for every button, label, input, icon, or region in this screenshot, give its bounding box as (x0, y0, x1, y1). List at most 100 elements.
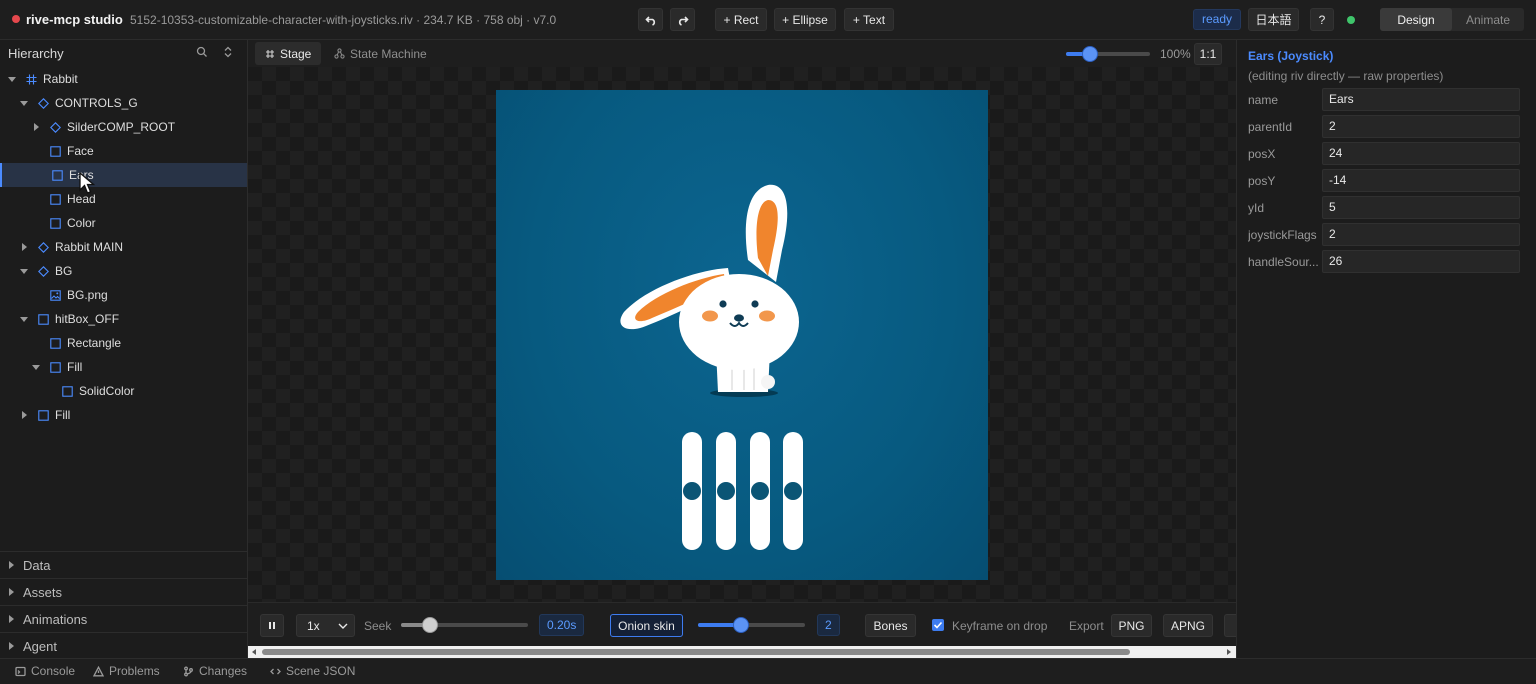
property-input[interactable]: Ears (1322, 88, 1520, 111)
zoom-slider-knob[interactable] (1082, 46, 1098, 62)
zoom-slider[interactable] (1066, 46, 1150, 62)
property-input[interactable]: 24 (1322, 142, 1520, 165)
tree-item[interactable]: Color (0, 211, 247, 235)
artboard[interactable] (496, 90, 988, 580)
property-label: posX (1248, 147, 1276, 161)
keyframe-checkbox[interactable] (932, 619, 944, 631)
seek-slider[interactable] (401, 617, 528, 633)
property-input[interactable]: 5 (1322, 196, 1520, 219)
pause-button[interactable] (260, 614, 284, 637)
section-assets[interactable]: Assets (0, 578, 247, 605)
mode-design-tab[interactable]: Design (1380, 8, 1452, 31)
export-more-button[interactable] (1224, 614, 1236, 637)
tree-item[interactable]: BG (0, 259, 247, 283)
property-input[interactable]: 2 (1322, 223, 1520, 246)
problems-tab[interactable]: Problems (93, 664, 160, 678)
slider-handle[interactable] (717, 482, 735, 500)
shape-icon (50, 362, 61, 373)
tab-state-machine[interactable]: State Machine (328, 42, 432, 65)
scroll-right-icon[interactable] (1225, 648, 1233, 656)
tree-item[interactable]: Rectangle (0, 331, 247, 355)
tree-item[interactable]: SilderCOMP_ROOT (0, 115, 247, 139)
zoom-fit-button[interactable]: 1:1 (1194, 43, 1222, 65)
stage-canvas[interactable] (79, 67, 1236, 602)
slider-handle[interactable] (784, 482, 802, 500)
caret-right-icon[interactable] (22, 411, 27, 419)
tree-item[interactable]: CONTROLS_G (0, 91, 247, 115)
onion-count: 2 (817, 614, 840, 636)
section-agent[interactable]: Agent (0, 632, 247, 659)
app-title: rive-mcp studio (26, 12, 123, 27)
help-button[interactable]: ? (1310, 8, 1334, 31)
caret-down-icon[interactable] (8, 77, 16, 82)
hash-icon (266, 49, 274, 58)
tree-item[interactable]: hitBox_OFF (0, 307, 247, 331)
tree-item[interactable]: Head (0, 187, 247, 211)
horizontal-scrollbar[interactable] (248, 646, 1236, 658)
property-input[interactable]: -14 (1322, 169, 1520, 192)
speed-select[interactable]: 1x (296, 614, 355, 637)
search-icon[interactable] (196, 46, 208, 58)
section-animations[interactable]: Animations (0, 605, 247, 632)
tree-item[interactable]: SolidColor (0, 379, 247, 403)
redo-button[interactable] (670, 8, 695, 31)
tab-stage[interactable]: Stage (255, 42, 321, 65)
tree-item[interactable]: Fill (0, 355, 247, 379)
scene-json-label: Scene JSON (286, 664, 356, 678)
tab-state-machine-label: State Machine (350, 46, 427, 61)
caret-down-icon[interactable] (32, 365, 40, 370)
property-label: posY (1248, 174, 1276, 188)
add-rect-button[interactable]: + Rect (715, 8, 767, 31)
scene-json-tab[interactable]: Scene JSON (270, 664, 355, 678)
tree-item[interactable]: Ears (0, 163, 247, 187)
tree-item[interactable]: Face (0, 139, 247, 163)
onion-slider[interactable] (698, 617, 805, 633)
tree-item[interactable]: Rabbit (0, 67, 247, 91)
export-apng-button[interactable]: APNG (1163, 614, 1213, 637)
scroll-left-icon[interactable] (250, 648, 258, 656)
zoom-value: 100% (1160, 47, 1191, 61)
undo-button[interactable] (638, 8, 663, 31)
code-icon (270, 668, 281, 674)
caret-right-icon[interactable] (34, 123, 39, 131)
mode-animate-tab[interactable]: Animate (1452, 8, 1524, 31)
export-label: Export (1069, 619, 1104, 633)
console-tab[interactable]: Console (15, 664, 75, 678)
mouse-cursor-icon (79, 172, 96, 194)
slider-handle[interactable] (751, 482, 769, 500)
hierarchy-title: Hierarchy (8, 45, 64, 61)
property-input[interactable]: 26 (1322, 250, 1520, 273)
rabbit-eye-right (751, 300, 759, 308)
onion-slider-knob[interactable] (733, 617, 749, 633)
caret-right-icon (9, 588, 14, 596)
chevron-down-icon (338, 623, 348, 629)
caret-down-icon[interactable] (20, 269, 28, 274)
property-label: yId (1248, 201, 1265, 215)
add-text-button[interactable]: + Text (844, 8, 894, 31)
changes-tab[interactable]: Changes (183, 664, 247, 678)
seek-label: Seek (364, 619, 392, 633)
bones-button[interactable]: Bones (865, 614, 916, 637)
caret-down-icon[interactable] (20, 317, 28, 322)
group-icon (38, 242, 49, 253)
seek-slider-knob[interactable] (422, 617, 438, 633)
tree-item[interactable]: Rabbit MAIN (0, 235, 247, 259)
caret-down-icon[interactable] (20, 101, 28, 106)
artboard-icon (26, 74, 37, 85)
tree-item[interactable]: BG.png (0, 283, 247, 307)
expand-collapse-icon[interactable] (222, 46, 234, 58)
check-icon (933, 621, 943, 629)
image-icon (50, 290, 61, 301)
caret-right-icon[interactable] (22, 243, 27, 251)
tab-stage-label: Stage (280, 46, 312, 61)
onion-skin-button[interactable]: Onion skin (610, 614, 683, 637)
property-input[interactable]: 2 (1322, 115, 1520, 138)
slider-handle[interactable] (683, 482, 701, 500)
section-data[interactable]: Data (0, 551, 247, 578)
tree-item[interactable]: Fill (0, 403, 247, 427)
export-png-button[interactable]: PNG (1111, 614, 1152, 637)
pause-icon (269, 622, 275, 629)
add-ellipse-button[interactable]: + Ellipse (774, 8, 836, 31)
language-button[interactable]: 日本語 (1248, 8, 1299, 31)
scrollbar-thumb[interactable] (262, 649, 1130, 655)
